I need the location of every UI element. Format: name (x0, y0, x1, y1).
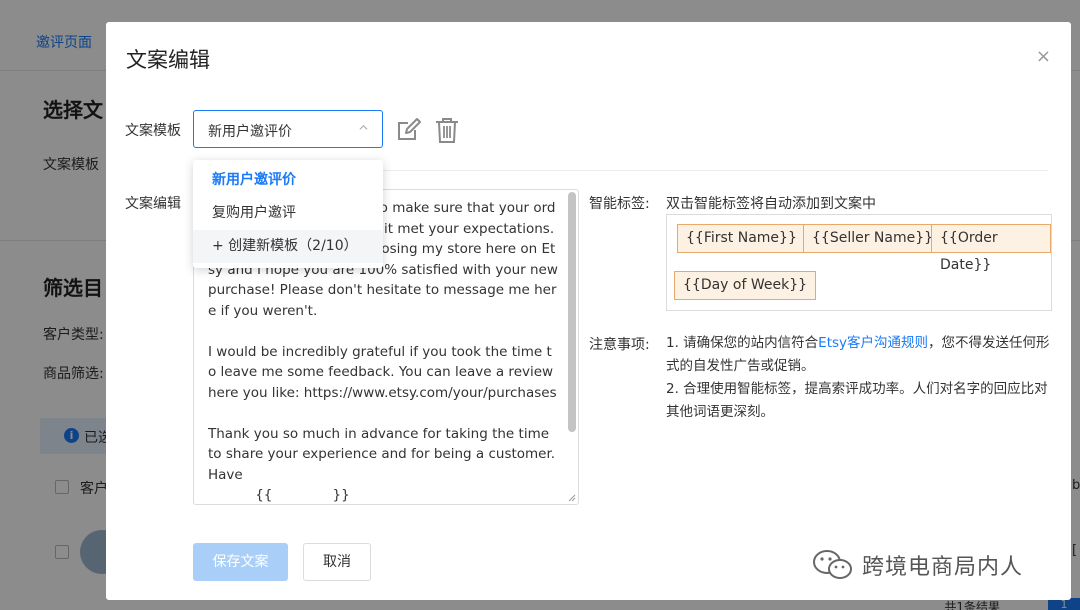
chevron-up-icon (359, 124, 368, 130)
template-dropdown-menu: 新用户邀评价 复购用户邀评 + 创建新模板（2/10） (193, 160, 383, 268)
close-icon[interactable]: × (1036, 46, 1051, 67)
watermark: 跨境电商局内人 (812, 545, 1023, 585)
trash-icon[interactable] (433, 116, 461, 144)
editor-label: 文案编辑 (125, 196, 181, 212)
notes-label: 注意事项: (589, 337, 650, 353)
smart-tag-first-name[interactable]: {{First Name}} (677, 224, 806, 253)
textarea-scrollbar[interactable] (568, 192, 576, 432)
template-select-value: 新用户邀评价 (208, 124, 292, 140)
smart-tag-label: 智能标签: (589, 196, 650, 212)
cancel-button[interactable]: 取消 (303, 543, 371, 581)
edit-icon[interactable] (395, 116, 423, 144)
copy-edit-dialog: 文案编辑 × 文案模板 新用户邀评价 文案编辑 o make sure that… (106, 22, 1071, 600)
smart-tag-day-of-week[interactable]: {{Day of Week}} (674, 271, 817, 300)
smart-tag-area: {{First Name}} {{Seller Name}} {{Order D… (666, 214, 1052, 311)
watermark-text: 跨境电商局内人 (862, 555, 1024, 580)
note-1: 1. 请确保您的站内信符合Etsy客户沟通规则，您不得发送任何形式的自发性广告或… (666, 332, 1058, 378)
save-button[interactable]: 保存文案 (193, 543, 288, 581)
template-option-new-user[interactable]: 新用户邀评价 (193, 164, 383, 197)
smart-tag-order-date[interactable]: {{Order Date}} (931, 224, 1051, 273)
notes-content: 1. 请确保您的站内信符合Etsy客户沟通规则，您不得发送任何形式的自发性广告或… (666, 332, 1058, 424)
template-select[interactable]: 新用户邀评价 (193, 110, 383, 148)
dialog-title: 文案编辑 (126, 48, 210, 72)
smart-tag-seller-name[interactable]: {{Seller Name}} (803, 224, 943, 253)
smart-tag-hint: 双击智能标签将自动添加到文案中 (666, 196, 876, 212)
note-2: 2. 合理使用智能标签，提高索评成功率。人们对名字的回应比对其他词语更深刻。 (666, 381, 1048, 420)
wechat-icon (813, 550, 852, 579)
template-label: 文案模板 (125, 123, 181, 139)
resize-handle-icon[interactable] (568, 494, 576, 502)
create-template-option[interactable]: + 创建新模板（2/10） (193, 230, 383, 263)
note-1-prefix: 1. 请确保您的站内信符合 (666, 335, 819, 351)
etsy-rules-link[interactable]: Etsy客户沟通规则 (818, 335, 928, 351)
template-option-repeat-buyer[interactable]: 复购用户邀评 (193, 197, 383, 230)
